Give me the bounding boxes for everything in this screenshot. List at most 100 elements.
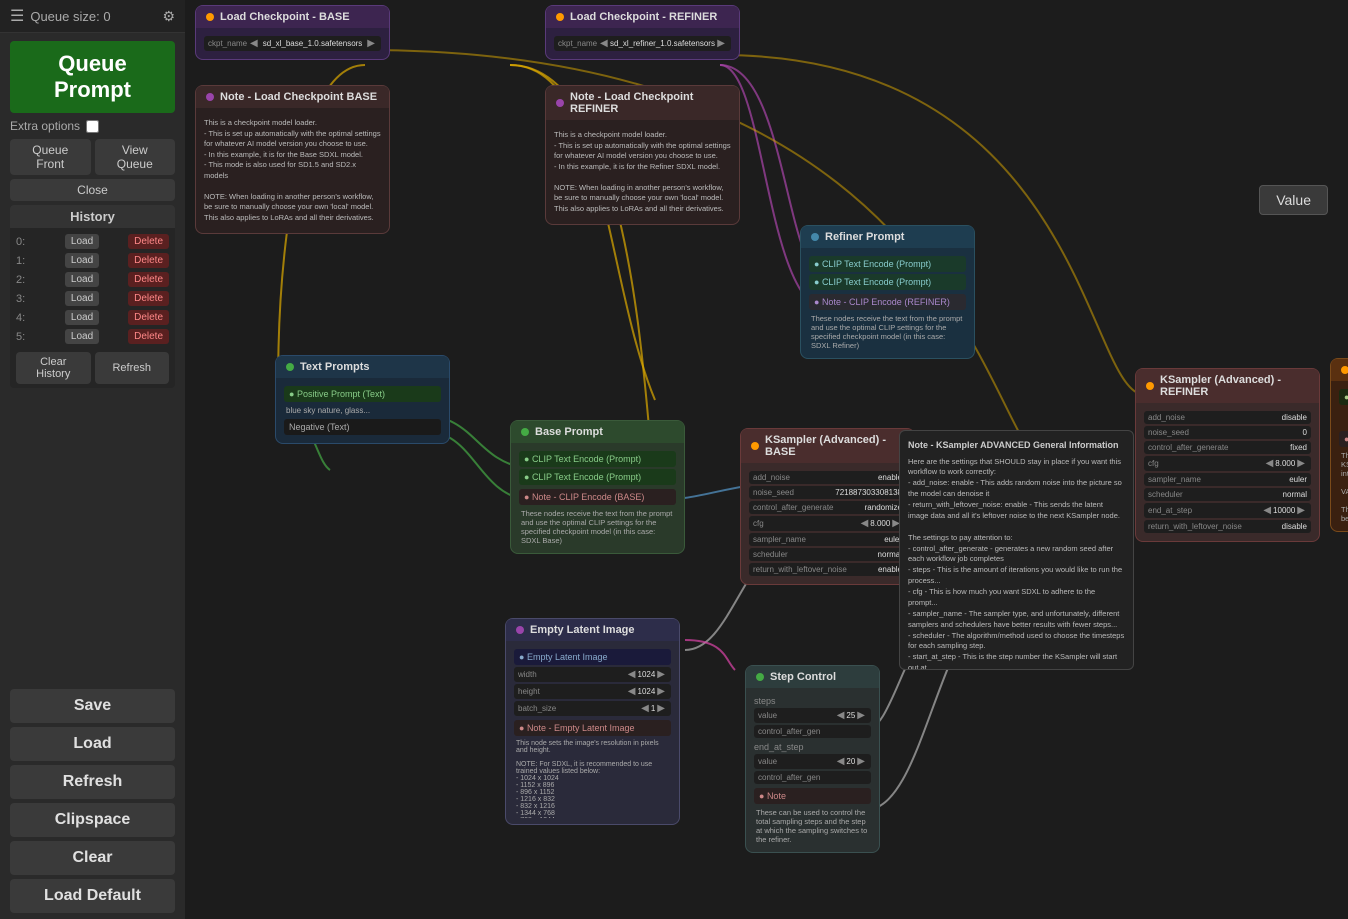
note-clip-base-title: ● Note - CLIP Encode (BASE)	[519, 489, 676, 505]
node-dot	[1341, 366, 1348, 374]
history-delete-button-3[interactable]: Delete	[128, 291, 169, 306]
ksampler-base-seed[interactable]: noise_seed 721887303308138	[749, 486, 906, 499]
node-dot	[206, 13, 214, 21]
node-ksampler-base[interactable]: KSampler (Advanced) - BASE add_noise ena…	[740, 428, 915, 585]
load-button[interactable]: Load	[10, 727, 175, 761]
save-button[interactable]: Save	[10, 689, 175, 723]
height-prev[interactable]: ◀	[626, 686, 638, 697]
steps-prev[interactable]: ◀	[835, 710, 847, 721]
node-load-checkpoint-refiner[interactable]: Load Checkpoint - REFINER ckpt_name ◀ sd…	[545, 5, 740, 60]
empty-latent-label: ● Empty Latent Image	[514, 649, 671, 665]
node-title: Empty Latent Image	[530, 624, 635, 636]
prev-ckpt[interactable]: ◀	[248, 38, 260, 49]
end-step-value-field[interactable]: value ◀ 20 ▶	[754, 754, 871, 769]
ckpt-value: sd_xl_base_1.0.safetensors	[260, 39, 366, 48]
canvas[interactable]: Load Checkpoint - BASE ckpt_name ◀ sd_xl…	[185, 0, 1348, 919]
refresh-button[interactable]: Refresh	[10, 765, 175, 799]
extra-options-checkbox[interactable]	[86, 120, 99, 133]
batch-prev[interactable]: ◀	[639, 703, 651, 714]
node-load-checkpoint-base[interactable]: Load Checkpoint - BASE ckpt_name ◀ sd_xl…	[195, 5, 390, 60]
node-empty-latent[interactable]: Empty Latent Image ● Empty Latent Image …	[505, 618, 680, 825]
history-delete-button-4[interactable]: Delete	[128, 310, 169, 325]
history-load-button-1[interactable]: Load	[65, 253, 99, 268]
view-queue-button[interactable]: View Queue	[95, 139, 176, 175]
end-step-prev[interactable]: ◀	[1261, 505, 1273, 516]
ksampler-refiner-leftover[interactable]: return_with_leftover_noise disable	[1144, 520, 1311, 533]
batch-field[interactable]: batch_size ◀ 1 ▶	[514, 701, 671, 716]
prev-ckpt-refiner[interactable]: ◀	[598, 38, 610, 49]
cfg-refiner-prev[interactable]: ◀	[1264, 458, 1276, 469]
next-ckpt[interactable]: ▶	[365, 38, 377, 49]
history-delete-button-0[interactable]: Delete	[128, 234, 169, 249]
steps-control-field[interactable]: control_after_gen	[754, 725, 871, 738]
load-default-button[interactable]: Load Default	[10, 879, 175, 913]
ksampler-refiner-seed[interactable]: noise_seed 0	[1144, 426, 1311, 439]
end-step-next[interactable]: ▶	[1295, 505, 1307, 516]
view-buttons: Queue Front View Queue	[0, 139, 185, 179]
history-load-button-5[interactable]: Load	[65, 329, 99, 344]
height-next[interactable]: ▶	[655, 686, 667, 697]
positive-prompt-label: ● Positive Prompt (Text)	[284, 386, 441, 402]
cfg-refiner-next[interactable]: ▶	[1295, 458, 1307, 469]
width-field[interactable]: width ◀ 1024 ▶	[514, 667, 671, 682]
node-step-control[interactable]: Step Control steps value ◀ 25 ▶ control_…	[745, 665, 880, 853]
history-delete-button-5[interactable]: Delete	[128, 329, 169, 344]
node-text-prompts[interactable]: Text Prompts ● Positive Prompt (Text) bl…	[275, 355, 450, 444]
node-dot	[516, 626, 524, 634]
note-text-base: This is a checkpoint model loader.- This…	[204, 114, 381, 227]
ksampler-base-add-noise[interactable]: add_noise enable	[749, 471, 906, 484]
node-dot	[206, 93, 214, 101]
ksampler-refiner-sampler[interactable]: sampler_name euler	[1144, 473, 1311, 486]
end-at-step-label: end_at_step	[754, 742, 871, 752]
node-title: Step Control	[770, 671, 836, 683]
history-load-button-2[interactable]: Load	[65, 272, 99, 287]
node-title: Load Checkpoint - REFINER	[570, 11, 717, 23]
ksampler-refiner-cfg[interactable]: cfg ◀ 8.000 ▶	[1144, 456, 1311, 471]
queue-front-button[interactable]: Queue Front	[10, 139, 91, 175]
cfg-prev[interactable]: ◀	[859, 518, 871, 529]
batch-next[interactable]: ▶	[655, 703, 667, 714]
clear-button[interactable]: Clear	[10, 841, 175, 875]
history-load-button-0[interactable]: Load	[65, 234, 99, 249]
node-vae-decoder[interactable]: VAE Decoder ● VAE Decode ● Note - VAE De…	[1330, 358, 1348, 532]
ksampler-refiner-scheduler[interactable]: scheduler normal	[1144, 488, 1311, 501]
node-ksampler-refiner[interactable]: KSampler (Advanced) - REFINER add_noise …	[1135, 368, 1320, 542]
value-badge: Value	[1259, 185, 1328, 215]
vae-spacer	[1339, 407, 1348, 427]
ksampler-base-sampler[interactable]: sampler_name euler	[749, 533, 906, 546]
ksampler-refiner-end-step[interactable]: end_at_step ◀ 10000 ▶	[1144, 503, 1311, 518]
history-delete-button-2[interactable]: Delete	[128, 272, 169, 287]
gear-icon[interactable]: ⚙	[162, 8, 175, 25]
height-field[interactable]: height ◀ 1024 ▶	[514, 684, 671, 699]
node-dot	[521, 428, 529, 436]
negative-prompt-label: Negative (Text)	[284, 419, 441, 435]
history-load-button-4[interactable]: Load	[65, 310, 99, 325]
queue-prompt-button[interactable]: Queue Prompt	[10, 41, 175, 113]
ckpt-name-field[interactable]: ckpt_name ◀ sd_xl_base_1.0.safetensors ▶	[204, 36, 381, 51]
ksampler-refiner-control[interactable]: control_after_generate fixed	[1144, 441, 1311, 454]
end-step-control-field[interactable]: control_after_gen	[754, 771, 871, 784]
node-refiner-prompt[interactable]: Refiner Prompt ● CLIP Text Encode (Promp…	[800, 225, 975, 359]
close-button[interactable]: Close	[10, 179, 175, 201]
ksampler-base-cfg[interactable]: cfg ◀ 8.000 ▶	[749, 516, 906, 531]
steps-value-field[interactable]: value ◀ 25 ▶	[754, 708, 871, 723]
ksampler-refiner-add-noise[interactable]: add_noise disable	[1144, 411, 1311, 424]
node-base-prompt[interactable]: Base Prompt ● CLIP Text Encode (Prompt) …	[510, 420, 685, 554]
ckpt-name-field-refiner[interactable]: ckpt_name ◀ sd_xl_refiner_1.0.safetensor…	[554, 36, 731, 51]
end-step-val-next[interactable]: ▶	[855, 756, 867, 767]
next-ckpt-refiner[interactable]: ▶	[715, 38, 727, 49]
ksampler-base-control[interactable]: control_after_generate randomize	[749, 501, 906, 514]
ksampler-base-scheduler[interactable]: scheduler normal	[749, 548, 906, 561]
width-prev[interactable]: ◀	[626, 669, 638, 680]
width-next[interactable]: ▶	[655, 669, 667, 680]
steps-next[interactable]: ▶	[855, 710, 867, 721]
ksampler-base-leftover[interactable]: return_with_leftover_noise enable	[749, 563, 906, 576]
clip-encode2-refiner: ● CLIP Text Encode (Prompt)	[809, 274, 966, 290]
history-load-button-3[interactable]: Load	[65, 291, 99, 306]
clipspace-button[interactable]: Clipspace	[10, 803, 175, 837]
refresh-history-button[interactable]: Refresh	[95, 352, 170, 384]
clear-history-button[interactable]: Clear History	[16, 352, 91, 384]
history-delete-button-1[interactable]: Delete	[128, 253, 169, 268]
node-title: Base Prompt	[535, 426, 603, 438]
end-step-val-prev[interactable]: ◀	[835, 756, 847, 767]
